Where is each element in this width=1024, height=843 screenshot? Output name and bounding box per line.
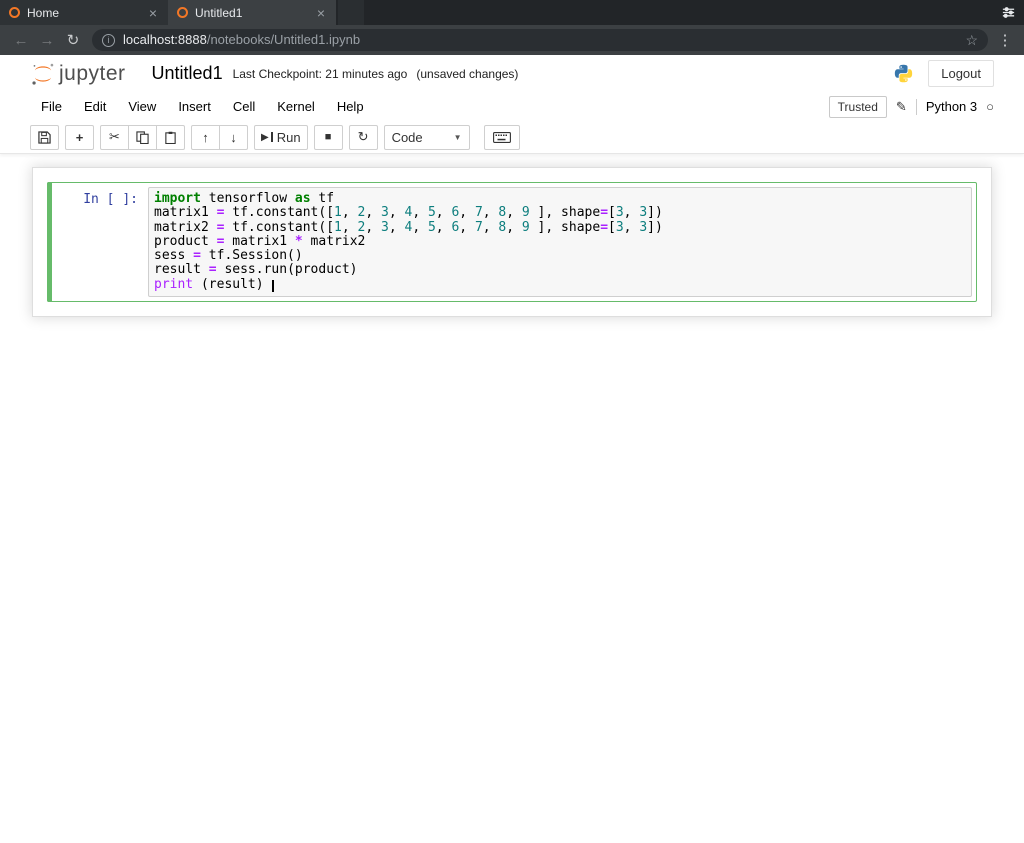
interrupt-kernel-button[interactable]: ■ (313, 124, 343, 150)
jupyter-favicon-icon (9, 7, 20, 18)
cell-input-area[interactable]: import tensorflow as tf matrix1 = tf.cons… (148, 187, 972, 298)
kernel-idle-icon: ○ (986, 99, 994, 114)
code-cell[interactable]: In [ ]: import tensorflow as tf matrix1 =… (47, 182, 977, 303)
browser-window: Home × Untitled1 × ← → ↻ i localhost:888… (0, 0, 1024, 843)
plus-icon: + (75, 129, 84, 145)
bookmark-star-icon[interactable]: ☆ (965, 32, 978, 49)
kernel-name: Python 3 (925, 99, 978, 114)
divider (915, 98, 917, 115)
unsaved-changes-status: (unsaved changes) (416, 66, 519, 81)
close-icon[interactable]: × (147, 6, 159, 20)
new-tab-button[interactable] (338, 0, 364, 25)
jupyter-logo-text: jupyter (59, 61, 126, 85)
scissors-icon: ✂ (109, 129, 120, 144)
tab-title: Untitled1 (195, 5, 243, 20)
restart-kernel-button[interactable]: ↻ (348, 124, 378, 150)
run-label: Run (276, 129, 301, 145)
move-cell-up-button[interactable]: ↑ (191, 124, 220, 150)
add-cell-button[interactable]: + (65, 124, 94, 150)
close-icon[interactable]: × (315, 6, 327, 20)
code-line: matrix1 = tf.constant([1, 2, 3, 4, 5, 6,… (154, 205, 663, 221)
notebook-header: jupyter Untitled1 Last Checkpoint: 21 mi… (0, 55, 1024, 92)
code-line: sess = tf.Session() (154, 248, 303, 264)
url-text: localhost:8888/notebooks/Untitled1.ipynb (123, 31, 360, 49)
chevron-down-icon: ▼ (453, 132, 462, 142)
copy-icon (136, 130, 149, 144)
back-icon[interactable]: ← (8, 32, 34, 49)
reload-icon[interactable]: ↻ (60, 31, 86, 49)
paste-icon (165, 131, 176, 144)
notebook-body: In [ ]: import tensorflow as tf matrix1 =… (0, 167, 1024, 843)
browser-tabstrip: Home × Untitled1 × (0, 0, 1024, 25)
notebook-container: In [ ]: import tensorflow as tf matrix1 =… (32, 167, 992, 318)
menu-help[interactable]: Help (326, 95, 375, 118)
play-icon: ▶ (261, 131, 269, 143)
tab-title: Home (27, 5, 60, 20)
jupyter-favicon-icon (177, 7, 188, 18)
code-line: result = sess.run(product) (154, 262, 358, 278)
forward-icon[interactable]: → (34, 32, 60, 49)
keyboard-icon (492, 131, 511, 143)
command-palette-button[interactable] (483, 124, 520, 150)
url-path: /notebooks/Untitled1.ipynb (206, 32, 361, 47)
save-icon (38, 130, 51, 144)
code-line: product = matrix1 * matrix2 (154, 233, 366, 249)
browser-tab-untitled1[interactable]: Untitled1 × (168, 0, 336, 25)
save-button[interactable] (30, 124, 59, 150)
notebook-menubar: File Edit View Insert Cell Kernel Help T… (0, 92, 1024, 121)
browser-menu-icon[interactable]: ⋮ (994, 31, 1016, 49)
python-logo-icon (893, 63, 914, 84)
menu-cell[interactable]: Cell (222, 95, 266, 118)
pencil-icon[interactable]: ✎ (896, 99, 907, 115)
checkpoint-status: Last Checkpoint: 21 minutes ago (232, 66, 408, 81)
trusted-badge[interactable]: Trusted (828, 95, 887, 118)
logout-button[interactable]: Logout (928, 60, 994, 87)
browser-addressbar: ← → ↻ i localhost:8888/notebooks/Untitle… (0, 25, 1024, 55)
cell-type-value: Code (391, 129, 423, 145)
url-host: localhost:8888 (123, 32, 207, 47)
code-editor[interactable]: import tensorflow as tf matrix1 = tf.cons… (154, 191, 966, 292)
system-indicator-icon (993, 0, 1024, 25)
address-input[interactable]: i localhost:8888/notebooks/Untitled1.ipy… (92, 29, 988, 51)
copy-cell-button[interactable] (128, 124, 157, 150)
arrow-up-icon: ↑ (202, 129, 209, 145)
play-bar-icon (270, 132, 273, 142)
cut-cell-button[interactable]: ✂ (100, 124, 129, 150)
menu-view[interactable]: View (117, 95, 167, 118)
move-cell-down-button[interactable]: ↓ (219, 124, 248, 150)
notebook-title[interactable]: Untitled1 (152, 63, 223, 84)
input-prompt: In [ ]: (83, 192, 138, 207)
code-line: print (result) (154, 277, 966, 292)
menu-edit[interactable]: Edit (73, 95, 117, 118)
code-line: import tensorflow as tf (154, 191, 335, 206)
jupyter-logo-icon (32, 63, 54, 85)
menu-kernel[interactable]: Kernel (266, 95, 326, 118)
notebook-toolbar: + ✂ ↑ ↓ ▶ Run ■ ↻ Code ▼ (0, 121, 1024, 154)
arrow-down-icon: ↓ (230, 129, 237, 145)
paste-cell-button[interactable] (156, 124, 185, 150)
code-line: matrix2 = tf.constant([1, 2, 3, 4, 5, 6,… (154, 219, 663, 235)
page-info-icon[interactable]: i (102, 33, 115, 47)
menu-file[interactable]: File (30, 95, 73, 118)
restart-icon: ↻ (357, 129, 369, 144)
run-button[interactable]: ▶ Run (254, 124, 308, 150)
browser-tab-home[interactable]: Home × (0, 0, 168, 25)
selected-cell-bar (47, 182, 52, 303)
jupyter-logo[interactable]: jupyter (30, 61, 126, 87)
stop-icon: ■ (324, 131, 332, 143)
cell-type-select[interactable]: Code ▼ (383, 124, 470, 150)
menu-insert[interactable]: Insert (167, 95, 222, 118)
